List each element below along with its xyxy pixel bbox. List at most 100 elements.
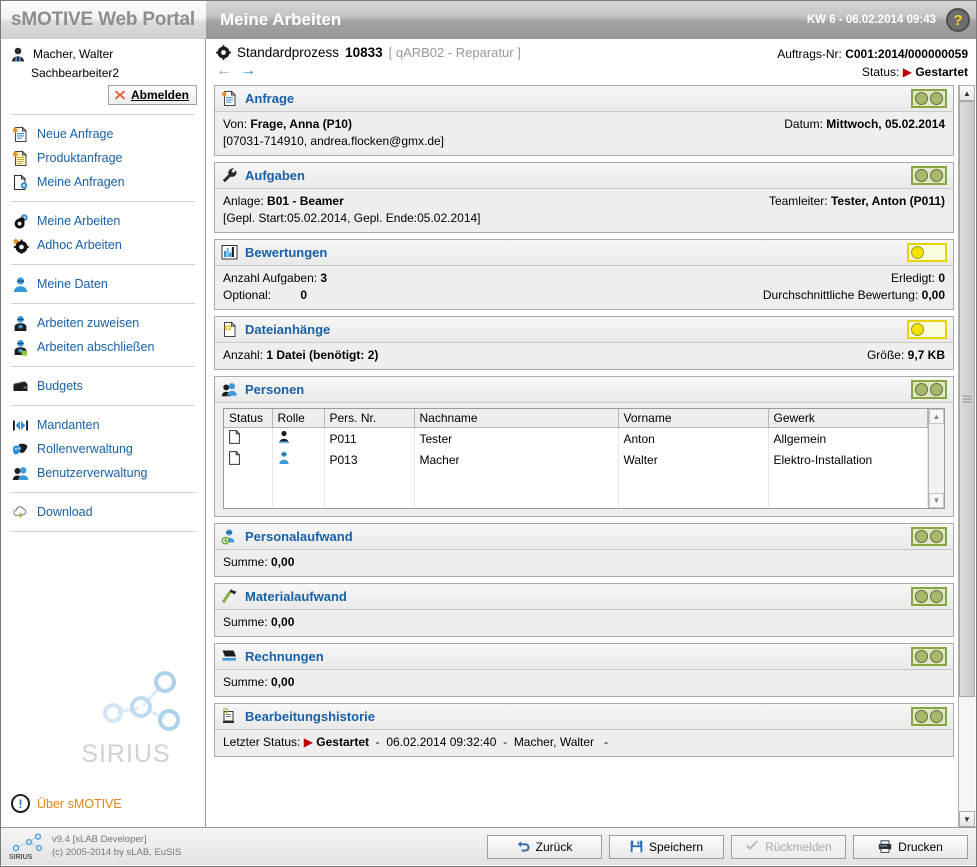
order-number-row: Auftrags-Nr: C001:2014/000000059: [777, 45, 968, 63]
status-lights-green[interactable]: [911, 89, 947, 108]
panel-title: Aufgaben: [245, 168, 305, 183]
panel-header[interactable]: Personalaufwand: [215, 524, 953, 550]
sidebar-item-mandanten[interactable]: Mandanten: [1, 413, 205, 437]
panel-anfrage: Anfrage Von: Frage, Anna (P10) Datum: Mi…: [214, 85, 954, 156]
print-button[interactable]: Drucken: [853, 834, 968, 859]
status-dot: [915, 590, 928, 603]
sidebar-item-meine-daten[interactable]: Meine Daten: [1, 272, 205, 296]
nav-group-works: Meine Arbeiten Adhoc Arbeiten: [1, 207, 205, 259]
panel-header[interactable]: Personen: [215, 377, 953, 403]
column-header-pers-nr[interactable]: Pers. Nr.: [324, 409, 415, 428]
back-button-label: Zurück: [535, 839, 573, 854]
status-lights-green[interactable]: [911, 707, 947, 726]
cell-nachname: Macher: [414, 449, 619, 470]
sidebar-item-label: Arbeiten zuweisen: [37, 316, 140, 330]
process-type-label: Standardprozess: [237, 45, 340, 60]
back-button[interactable]: Zurück: [487, 834, 602, 859]
status-row: Status: ▶ Gestartet: [777, 63, 968, 81]
sidebar-item-meine-anfragen[interactable]: Meine Anfragen: [1, 170, 205, 194]
sidebar-item-arbeiten-zuweisen[interactable]: Arbeiten zuweisen: [1, 311, 205, 335]
sidebar-item-arbeiten-abschliessen[interactable]: Arbeiten abschließen: [1, 335, 205, 359]
user-role: Sachbearbeiter2: [31, 66, 120, 80]
panel-header[interactable]: Anfrage: [215, 86, 953, 112]
column-header-status[interactable]: Status: [224, 409, 273, 428]
status-dot: [915, 530, 928, 543]
status-lights-green[interactable]: [911, 166, 947, 185]
status-dot: [930, 590, 943, 603]
column-header-vorname[interactable]: Vorname: [618, 409, 769, 428]
panel-header[interactable]: Materialaufwand: [215, 584, 953, 610]
sidebar-item-meine-arbeiten[interactable]: Meine Arbeiten: [1, 209, 205, 233]
status-lights-yellow[interactable]: [907, 320, 947, 339]
table-scroll-down-icon[interactable]: ▼: [929, 493, 944, 508]
save-button-label: Speichern: [648, 839, 704, 854]
top-header-bar: sMOTIVE Web Portal Meine Arbeiten KW 6 -…: [1, 1, 976, 39]
sidebar-item-produktanfrage[interactable]: Produktanfrage: [1, 146, 205, 170]
scroll-down-icon[interactable]: ▼: [959, 811, 975, 827]
version-text: v9.4 [sLAB Developer]: [52, 833, 147, 845]
status-dot: [911, 323, 924, 336]
panel-materialaufwand: Materialaufwand Summe: 0,00: [214, 583, 954, 637]
nav-previous-arrow-icon[interactable]: ←: [216, 63, 232, 79]
clients-arrows-icon: [11, 416, 29, 434]
status-lights-green[interactable]: [911, 647, 947, 666]
panel-header[interactable]: Dateianhänge: [215, 317, 953, 343]
attachment-document-icon: [221, 321, 238, 338]
scrollbar-thumb[interactable]: [959, 101, 975, 698]
sidebar-item-label: Arbeiten abschließen: [37, 340, 155, 354]
doc-icon: [229, 430, 240, 444]
status-lights-green[interactable]: [911, 527, 947, 546]
panel-header[interactable]: Bearbeitungshistorie: [215, 704, 953, 730]
sender-field: Von: Frage, Anna (P10): [223, 117, 352, 131]
user-name: Macher, Walter: [33, 47, 114, 61]
panel-header-left: Bewertungen: [221, 244, 327, 261]
average-rating-field: Durchschnittliche Bewertung: 0,00: [763, 288, 945, 302]
process-title-row: Standardprozess 10833 [ qARB02 - Reparat…: [216, 45, 521, 60]
panel-header-left: Rechnungen: [221, 648, 324, 665]
status-lights-yellow[interactable]: [907, 243, 947, 262]
about-smotive-link[interactable]: ! Über sMOTIVE: [11, 794, 122, 813]
info-exclamation-icon: !: [11, 794, 30, 813]
footer-left: SIRIUS v9.4 [sLAB Developer] (c) 2005-20…: [9, 832, 181, 861]
request-document-icon: [221, 90, 238, 107]
panel-header[interactable]: Rechnungen: [215, 644, 953, 670]
status-lights-green[interactable]: [911, 380, 947, 399]
last-status-user: Macher, Walter: [513, 735, 595, 749]
panel-header[interactable]: Bewertungen: [215, 240, 953, 266]
user-name-row: Macher, Walter: [9, 45, 197, 63]
column-header-gewerk[interactable]: Gewerk: [768, 409, 928, 428]
rueckmelden-button[interactable]: Rückmelden: [731, 834, 846, 859]
table-scroll-up-icon[interactable]: ▲: [929, 409, 944, 424]
column-header-nachname[interactable]: Nachname: [414, 409, 619, 428]
process-nav-arrows: ← →: [216, 63, 521, 79]
sidebar-item-download[interactable]: Download: [1, 500, 205, 524]
sidebar-item-neue-anfrage[interactable]: Neue Anfrage: [1, 122, 205, 146]
sidebar-item-budgets[interactable]: Budgets: [1, 374, 205, 398]
cell-nachname: Tester: [414, 427, 619, 449]
sidebar-item-label: Meine Anfragen: [37, 175, 125, 189]
save-button[interactable]: Speichern: [609, 834, 724, 859]
sidebar-item-benutzerverwaltung[interactable]: Benutzerverwaltung: [1, 461, 205, 485]
scrollbar-track[interactable]: [959, 101, 975, 811]
help-icon[interactable]: ?: [946, 8, 970, 32]
table-vertical-scrollbar[interactable]: ▲ ▼: [928, 409, 944, 508]
sidebar-item-adhoc-arbeiten[interactable]: Adhoc Arbeiten: [1, 233, 205, 257]
panel-personen: Personen Status Rolle Pers. Nr. Nachname…: [214, 376, 954, 517]
main-vertical-scrollbar[interactable]: ▲ ▼: [958, 85, 975, 827]
logout-button[interactable]: Abmelden: [107, 85, 197, 105]
panel-header[interactable]: Aufgaben: [215, 163, 953, 189]
sidebar-item-label: Meine Daten: [37, 277, 108, 291]
nav-next-arrow-icon[interactable]: →: [240, 63, 256, 79]
done-field: Erledigt: 0: [891, 271, 945, 285]
column-header-rolle[interactable]: Rolle: [272, 409, 325, 428]
table-row[interactable]: P013 Macher Walter Elektro-Installation: [224, 449, 928, 470]
cell-vorname: Walter: [618, 449, 769, 470]
table-row[interactable]: P011 Tester Anton Allgemein: [224, 427, 928, 449]
teamleader-value: Tester, Anton (P011): [830, 194, 945, 208]
sidebar-item-rollenverwaltung[interactable]: Rollenverwaltung: [1, 437, 205, 461]
average-rating-value: 0,00: [921, 288, 945, 302]
scroll-up-icon[interactable]: ▲: [959, 85, 975, 101]
sidebar-spacer: SIRIUS ! Über sMOTIVE: [1, 537, 205, 827]
status-lights-green[interactable]: [911, 587, 947, 606]
bar-chart-icon: [221, 244, 238, 261]
